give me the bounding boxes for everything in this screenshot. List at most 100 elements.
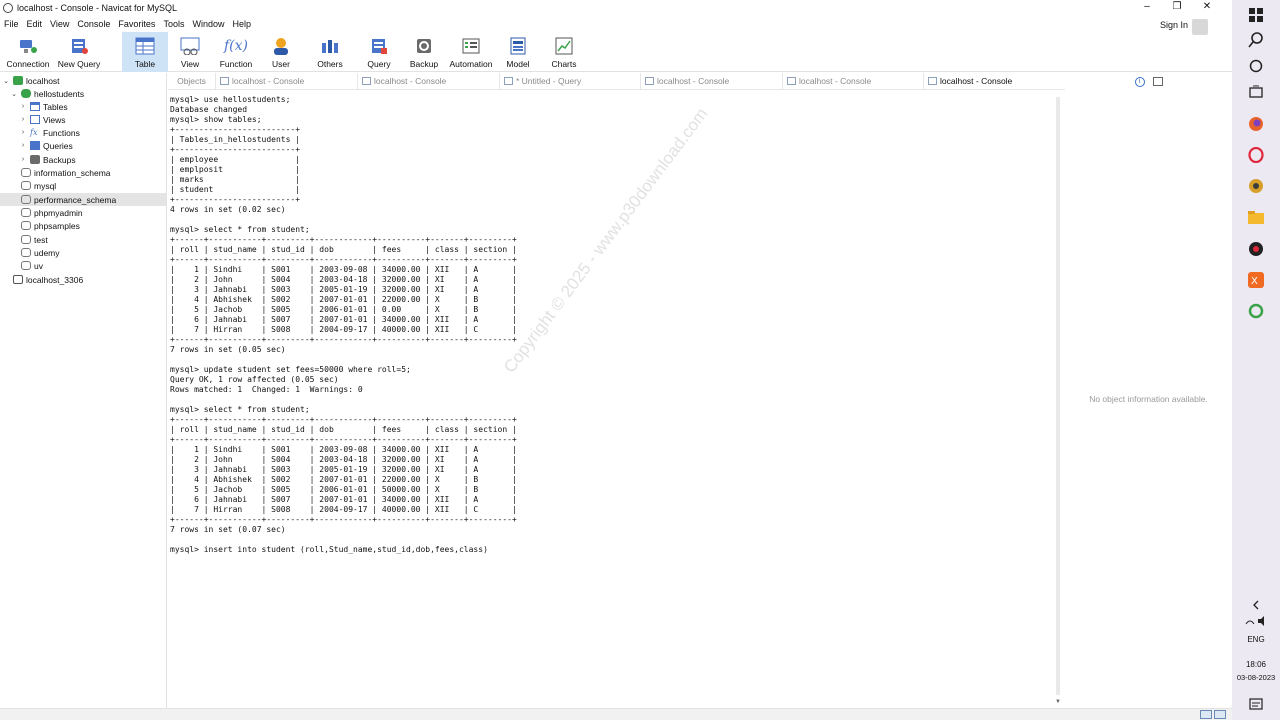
- view-label: View: [180, 59, 200, 69]
- opera-icon[interactable]: [1246, 145, 1266, 165]
- tree-node-views[interactable]: › Views: [19, 113, 66, 126]
- tree-node-database[interactable]: test: [10, 233, 167, 246]
- tree-node-queries[interactable]: › Queries: [19, 139, 73, 152]
- tab-console[interactable]: localhost - Console: [216, 72, 358, 90]
- view-icon: [30, 115, 40, 124]
- query-label: Query: [367, 59, 391, 69]
- ddl-icon[interactable]: [1152, 77, 1163, 86]
- widgets-icon[interactable]: [1246, 82, 1266, 102]
- chevron-right-icon[interactable]: ›: [19, 116, 27, 123]
- tree-label: localhost_3306: [26, 274, 84, 285]
- charts-button[interactable]: Charts: [542, 32, 586, 72]
- backup-button[interactable]: Backup: [400, 32, 448, 72]
- user-button[interactable]: User: [260, 32, 302, 72]
- tab-console[interactable]: localhost - Console: [641, 72, 783, 90]
- tree-node-backups[interactable]: › Backups: [19, 153, 76, 166]
- network-volume-icon[interactable]: [1244, 611, 1268, 631]
- console-scrollbar[interactable]: ▼: [1054, 91, 1062, 705]
- menu-window[interactable]: Window: [188, 19, 228, 29]
- new-query-button[interactable]: New Query: [56, 32, 102, 72]
- menu-file[interactable]: File: [0, 19, 23, 29]
- chrome-icon[interactable]: [1246, 176, 1266, 196]
- model-icon: [508, 37, 528, 55]
- menu-favorites[interactable]: Favorites: [114, 19, 159, 29]
- chevron-right-icon[interactable]: ›: [19, 129, 27, 136]
- menu-tools[interactable]: Tools: [159, 19, 188, 29]
- restore-button[interactable]: ❐: [1162, 0, 1192, 14]
- console-output[interactable]: mysql> use hellostudents; Database chang…: [168, 91, 1054, 555]
- tab-objects[interactable]: Objects: [168, 72, 216, 90]
- tree-label: phpsamples: [34, 220, 80, 231]
- view-icon: [180, 37, 200, 55]
- chevron-right-icon[interactable]: ›: [19, 142, 27, 149]
- tree-node-database[interactable]: information_schema: [10, 166, 167, 179]
- sign-in-link[interactable]: Sign In: [1160, 20, 1188, 30]
- tree-node-database[interactable]: uv: [10, 259, 167, 272]
- clock-date[interactable]: 03-08-2023: [1232, 673, 1280, 682]
- task-view-icon[interactable]: [1246, 56, 1266, 76]
- menu-view[interactable]: View: [46, 19, 73, 29]
- chevron-down-icon[interactable]: ⌄: [10, 90, 18, 98]
- tab-console-active[interactable]: localhost - Console: [924, 73, 1065, 90]
- search-icon[interactable]: [1246, 30, 1266, 50]
- mysql-console[interactable]: mysql> use hellostudents; Database chang…: [168, 91, 1054, 705]
- close-button[interactable]: ✕: [1192, 0, 1222, 14]
- tree-label: Queries: [43, 140, 73, 151]
- minimize-button[interactable]: –: [1132, 0, 1162, 14]
- view-button[interactable]: View: [168, 32, 212, 72]
- file-explorer-icon[interactable]: [1246, 207, 1266, 227]
- language-indicator[interactable]: ENG: [1232, 635, 1280, 644]
- backup-icon: [414, 37, 434, 55]
- menu-help[interactable]: Help: [228, 19, 255, 29]
- tree-node-database[interactable]: phpsamples: [10, 219, 167, 232]
- tree-node-localhost-3306[interactable]: localhost_3306: [2, 273, 83, 286]
- info-icon[interactable]: i: [1134, 76, 1145, 87]
- automation-button[interactable]: Automation: [448, 32, 494, 72]
- model-button[interactable]: Model: [494, 32, 542, 72]
- list-view-icon[interactable]: [1200, 710, 1212, 719]
- tree-node-database[interactable]: mysql: [10, 179, 167, 192]
- tab-console[interactable]: localhost - Console: [358, 72, 500, 90]
- notifications-icon[interactable]: [1246, 694, 1266, 714]
- chevron-down-icon[interactable]: ⌄: [2, 77, 10, 85]
- others-button[interactable]: Others: [302, 32, 358, 72]
- obs-icon[interactable]: [1246, 239, 1266, 259]
- chevron-right-icon[interactable]: ›: [19, 103, 27, 110]
- menu-console[interactable]: Console: [73, 19, 114, 29]
- tree-label: udemy: [34, 247, 60, 258]
- tree-node-hellostudents[interactable]: ⌄ hellostudents: [10, 87, 84, 100]
- tab-console[interactable]: localhost - Console: [783, 72, 924, 90]
- database-icon: [21, 168, 31, 177]
- firefox-icon[interactable]: [1246, 114, 1266, 134]
- new-query-label: New Query: [57, 59, 101, 69]
- connection-button[interactable]: Connection: [0, 32, 56, 72]
- app-green-icon[interactable]: [1246, 301, 1266, 321]
- tab-untitled-query[interactable]: * Untitled - Query: [500, 72, 641, 90]
- svg-text:X: X: [1251, 276, 1258, 287]
- sign-in-area[interactable]: Sign In: [1160, 17, 1208, 35]
- tree-node-database-selected[interactable]: performance_schema: [0, 193, 166, 206]
- backup-label: Backup: [409, 59, 439, 69]
- chevron-right-icon[interactable]: ›: [19, 156, 27, 163]
- scroll-down-arrow-icon[interactable]: ▼: [1054, 699, 1062, 705]
- object-info-panel: No object information available.: [1065, 91, 1232, 705]
- detail-view-icon[interactable]: [1214, 710, 1226, 719]
- tree-node-database[interactable]: udemy: [10, 246, 167, 259]
- tree-node-localhost[interactable]: ⌄ localhost: [2, 74, 60, 87]
- function-label: Function: [219, 59, 253, 69]
- windows-start-icon[interactable]: [1246, 5, 1266, 25]
- function-button[interactable]: f(x) Function: [212, 32, 260, 72]
- xampp-icon[interactable]: X: [1246, 270, 1266, 290]
- menu-edit[interactable]: Edit: [23, 19, 47, 29]
- user-label: User: [272, 59, 290, 69]
- tree-node-tables[interactable]: › Tables: [19, 100, 68, 113]
- query-button[interactable]: Query: [358, 32, 400, 72]
- tree-label: Tables: [43, 101, 68, 112]
- connection-icon: [13, 275, 23, 284]
- table-button[interactable]: Table: [122, 32, 168, 72]
- tree-node-functions[interactable]: › fx Functions: [19, 126, 80, 139]
- scrollbar-thumb[interactable]: [1056, 97, 1060, 695]
- clock-time[interactable]: 18:06: [1232, 660, 1280, 669]
- tree-label: Functions: [43, 127, 80, 138]
- tree-node-database[interactable]: phpmyadmin: [10, 206, 167, 219]
